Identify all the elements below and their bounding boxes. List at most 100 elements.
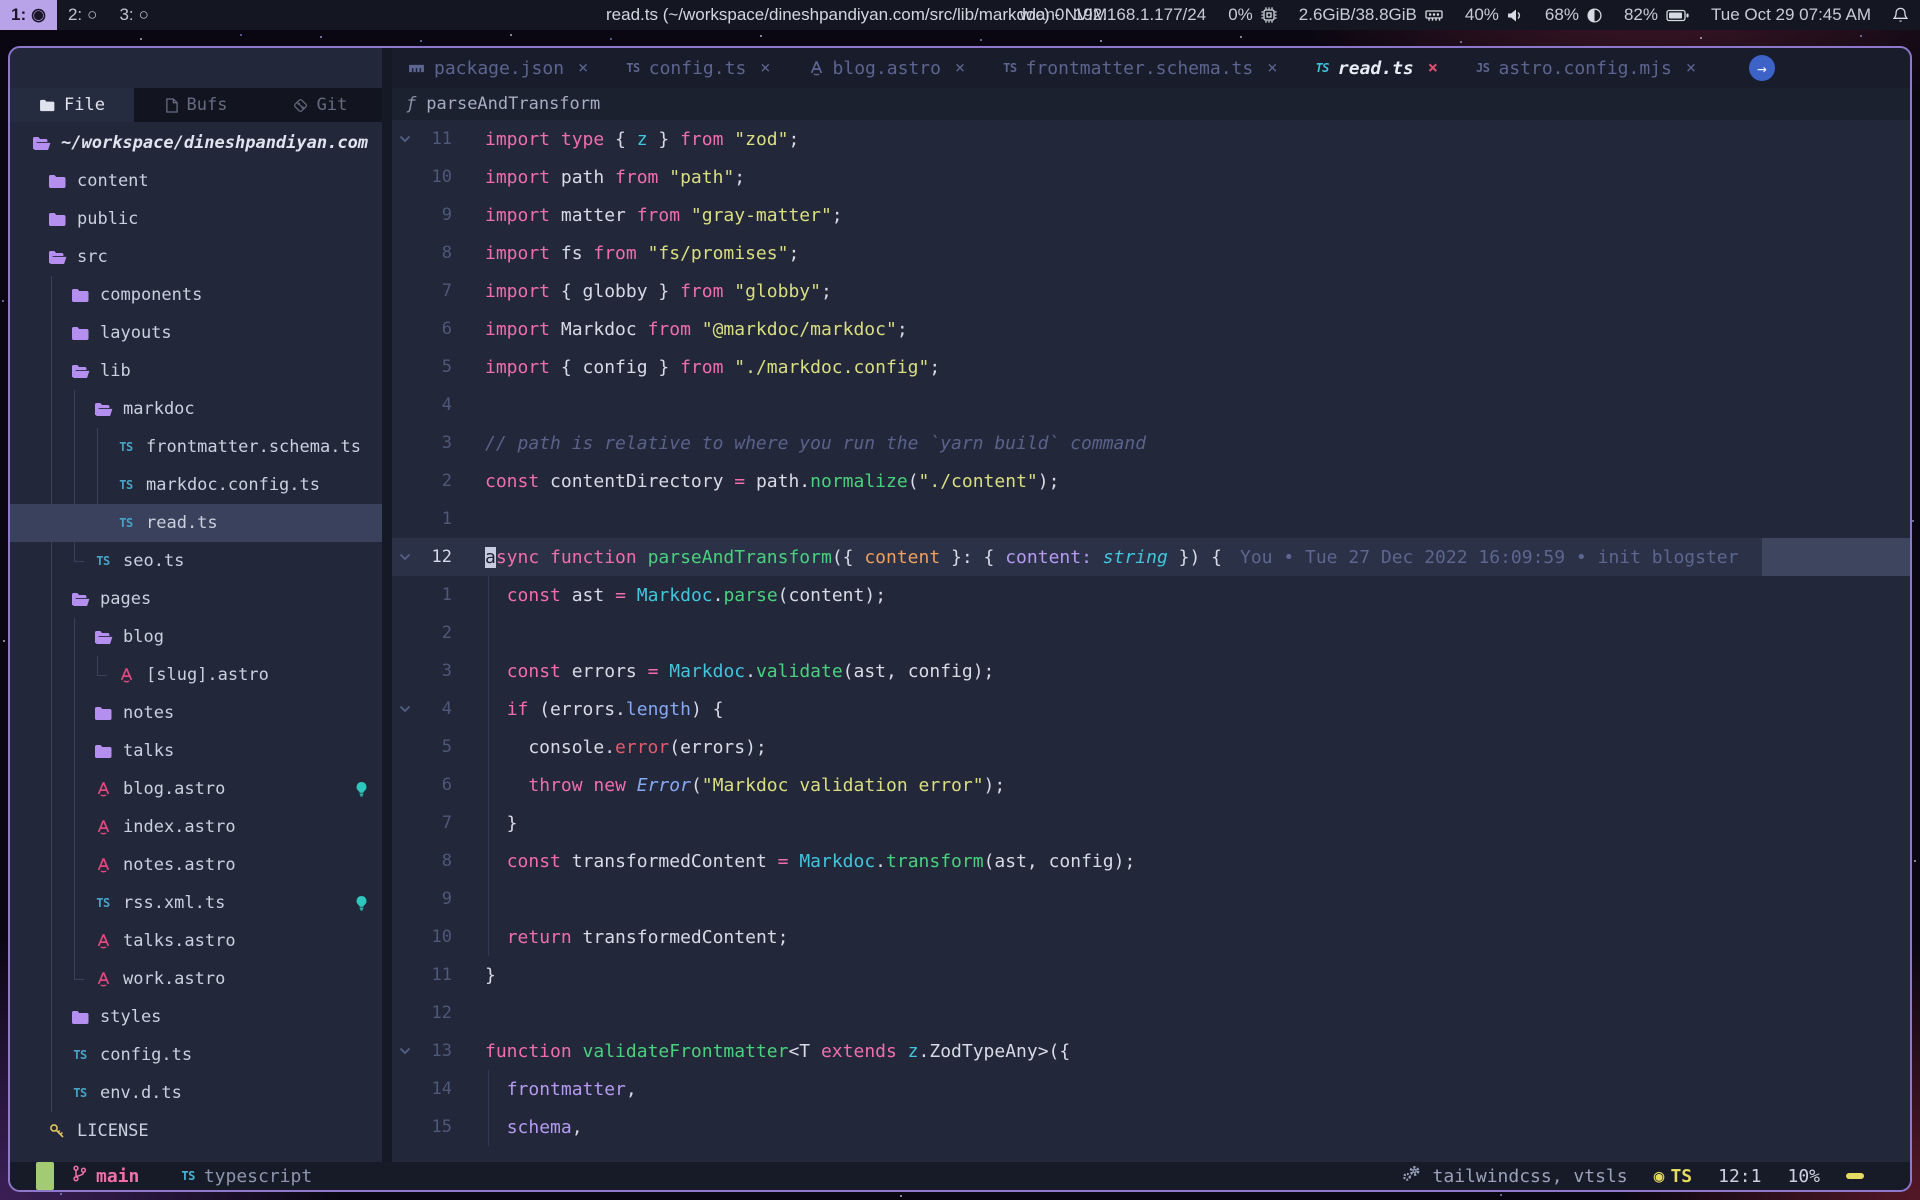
tree-item-src[interactable]: src [10, 238, 382, 276]
sidebar-tab-file[interactable]: File [10, 88, 134, 122]
code-line[interactable]: 2 [392, 614, 1910, 652]
token: const [507, 851, 572, 872]
buffer-tab-read.ts[interactable]: TSread.ts× [1315, 58, 1438, 79]
code-line[interactable]: 3// path is relative to where you run th… [392, 424, 1910, 462]
code-line[interactable]: 3 const errors = Markdoc.validate(ast, c… [392, 652, 1910, 690]
token: const [485, 471, 550, 492]
overflow-arrow-button[interactable]: → [1749, 55, 1775, 81]
tree-item-components[interactable]: components [10, 276, 382, 314]
tree-item-read.ts[interactable]: TSread.ts [10, 504, 382, 542]
code-line[interactable]: 1 const ast = Markdoc.parse(content); [392, 576, 1910, 614]
code-line[interactable]: 10import path from "path"; [392, 158, 1910, 196]
tree-item-content[interactable]: content [10, 162, 382, 200]
buffer-tab-blog.astro[interactable]: blog.astro× [809, 58, 966, 79]
tree-item-markdoc[interactable]: markdoc [10, 390, 382, 428]
git-blame-annotation: You • Tue 27 Dec 2022 16:09:59 • init bl… [1240, 547, 1739, 568]
sidebar-tab-git[interactable]: Git [258, 88, 382, 122]
tree-item-styles[interactable]: styles [10, 998, 382, 1036]
workspace-1[interactable]: 1:◉ [0, 0, 57, 30]
tree-item-rss.xml.ts[interactable]: TSrss.xml.ts [10, 884, 382, 922]
tree-item-layouts[interactable]: layouts [10, 314, 382, 352]
fold-chevron-icon[interactable] [392, 553, 418, 561]
code-line[interactable]: 4 [392, 386, 1910, 424]
tree-item-blog[interactable]: blog [10, 618, 382, 656]
code-line[interactable]: 13function validateFrontmatter<T extends… [392, 1032, 1910, 1070]
token: length [626, 699, 691, 720]
code-line[interactable]: 11} [392, 956, 1910, 994]
token: "@markdoc/markdoc" [702, 319, 897, 340]
code-line[interactable]: 11import type { z } from "zod"; [392, 120, 1910, 158]
tree-item-blog.astro[interactable]: blog.astro [10, 770, 382, 808]
workspace-3[interactable]: 3:○ [108, 0, 159, 30]
tree-item-label: index.astro [123, 817, 236, 837]
code-line[interactable]: 9 [392, 880, 1910, 918]
tree-item-pages[interactable]: pages [10, 580, 382, 618]
close-icon[interactable]: × [1686, 58, 1696, 78]
code-line[interactable]: 1 [392, 500, 1910, 538]
code-line[interactable]: 6 throw new Error("Markdoc validation er… [392, 766, 1910, 804]
tree-item-config.ts[interactable]: TSconfig.ts [10, 1036, 382, 1074]
indent-guide [46, 428, 69, 466]
tree-item-markdoc.config.ts[interactable]: TSmarkdoc.config.ts [10, 466, 382, 504]
ram-icon [1425, 8, 1443, 23]
buffer-tab-config.ts[interactable]: TSconfig.ts× [626, 58, 770, 79]
tree-item-talks.astro[interactable]: talks.astro [10, 922, 382, 960]
tree-item-[slug].astro[interactable]: [slug].astro [10, 656, 382, 694]
code-line[interactable]: 14 frontmatter, [392, 1070, 1910, 1108]
close-icon[interactable]: × [1428, 58, 1438, 78]
sidebar-tab-label: Git [317, 95, 348, 115]
code-line[interactable]: 10 return transformedContent; [392, 918, 1910, 956]
code-line[interactable]: 15 schema, [392, 1108, 1910, 1146]
tree-item-label: LICENSE [77, 1121, 149, 1141]
code-line[interactable]: 12async function parseAndTransform({ con… [392, 538, 1910, 576]
code-line[interactable]: 5 console.error(errors); [392, 728, 1910, 766]
close-icon[interactable]: × [955, 58, 965, 78]
indent-guide [69, 618, 92, 656]
code-line[interactable]: 7 } [392, 804, 1910, 842]
tree-item-index.astro[interactable]: index.astro [10, 808, 382, 846]
tree-item-notes.astro[interactable]: notes.astro [10, 846, 382, 884]
sidebar-tab-bufs[interactable]: Bufs [134, 88, 258, 122]
code-line[interactable]: 2const contentDirectory = path.normalize… [392, 462, 1910, 500]
tree-item-public[interactable]: public [10, 200, 382, 238]
fold-chevron-icon[interactable] [392, 1047, 418, 1055]
token: const [507, 661, 572, 682]
close-icon[interactable]: × [1267, 58, 1277, 78]
tree-item-seo.ts[interactable]: TSseo.ts [10, 542, 382, 580]
astro-icon [92, 781, 114, 797]
indent-guide [46, 618, 69, 656]
code-line[interactable]: 8import fs from "fs/promises"; [392, 234, 1910, 272]
typescript-icon: TS [181, 1169, 194, 1183]
code-line[interactable]: 12 [392, 994, 1910, 1032]
code-line[interactable]: 9import matter from "gray-matter"; [392, 196, 1910, 234]
code-line[interactable]: 4 if (errors.length) { [392, 690, 1910, 728]
fold-chevron-icon[interactable] [392, 135, 418, 143]
tree-item-~/workspace/dineshpandiyan.com[interactable]: ~/workspace/dineshpandiyan.com [10, 124, 382, 162]
tree-item-label: talks [123, 741, 174, 761]
tree-item-work.astro[interactable]: work.astro [10, 960, 382, 998]
buffer-tab-frontmatter.schema.ts[interactable]: TSfrontmatter.schema.ts× [1003, 58, 1277, 79]
token: transformedContent [572, 851, 778, 872]
workspace-2[interactable]: 2:○ [57, 0, 108, 30]
tree-item-lib[interactable]: lib [10, 352, 382, 390]
code-editor[interactable]: 11import type { z } from "zod";10import … [392, 120, 1910, 1162]
tree-item-label: markdoc [123, 399, 195, 419]
tree-item-LICENSE[interactable]: LICENSE [10, 1112, 382, 1150]
buffer-tab-package.json[interactable]: package.json× [408, 58, 588, 79]
close-icon[interactable]: × [760, 58, 770, 78]
tree-item-env.d.ts[interactable]: TSenv.d.ts [10, 1074, 382, 1112]
nvim-window: FileBufs Git ~/workspace/dineshpandiyan.c… [8, 46, 1912, 1192]
code-line[interactable]: 8 const transformedContent = Markdoc.tra… [392, 842, 1910, 880]
close-icon[interactable]: × [578, 58, 588, 78]
code-line[interactable]: 7import { globby } from "globby"; [392, 272, 1910, 310]
indent-guide [46, 884, 69, 922]
scroll-percent: 10% [1787, 1166, 1820, 1187]
tree-item-frontmatter.schema.ts[interactable]: TSfrontmatter.schema.ts [10, 428, 382, 466]
fold-chevron-icon[interactable] [392, 705, 418, 713]
folder-open-icon [30, 136, 52, 151]
code-line[interactable]: 6import Markdoc from "@markdoc/markdoc"; [392, 310, 1910, 348]
tree-item-notes[interactable]: notes [10, 694, 382, 732]
code-line[interactable]: 5import { config } from "./markdoc.confi… [392, 348, 1910, 386]
tree-item-talks[interactable]: talks [10, 732, 382, 770]
buffer-tab-astro.config.mjs[interactable]: JSastro.config.mjs× [1476, 58, 1696, 79]
